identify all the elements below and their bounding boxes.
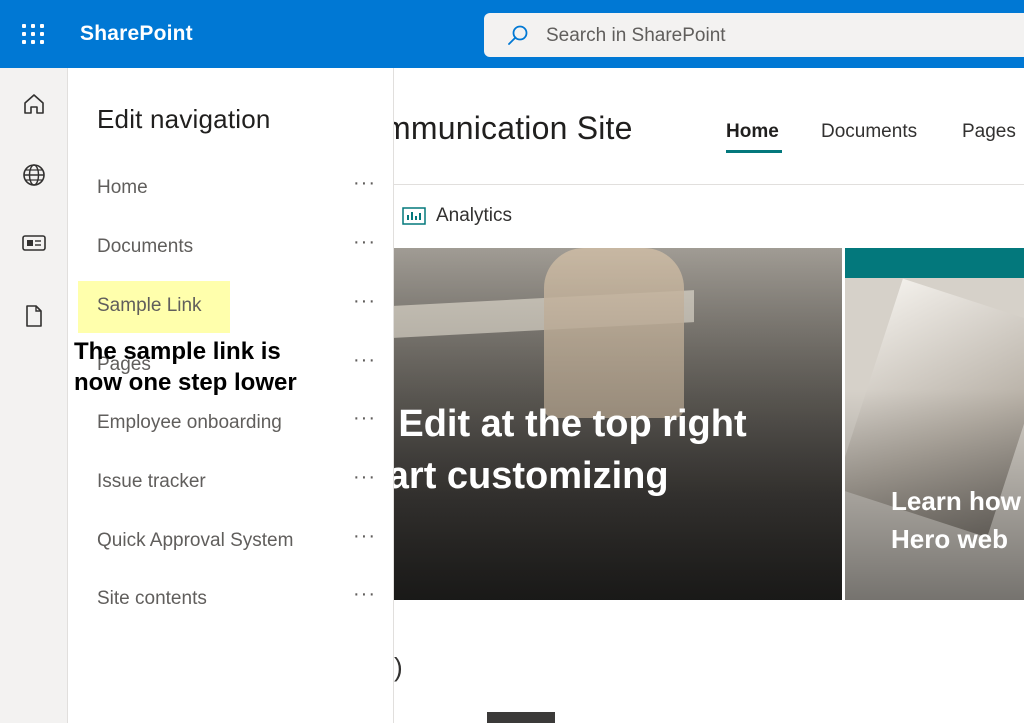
nav-item-documents[interactable]: Documents <box>97 236 193 258</box>
thumbnail-image <box>487 712 555 723</box>
analytics-icon <box>402 207 426 225</box>
app-launcher-icon[interactable] <box>22 24 46 46</box>
site-page: mmunication Site Home Documents Pages An… <box>394 68 1024 723</box>
section-heading-fragment: ) <box>394 652 403 682</box>
hero-side-caption: Learn how Hero web <box>891 486 1022 554</box>
hero-main-caption: ct Edit at the top right start customizi… <box>394 403 747 497</box>
nav-item-home[interactable]: Home <box>97 177 148 199</box>
search-placeholder: Search in SharePoint <box>546 25 726 46</box>
app-name[interactable]: SharePoint <box>80 22 193 46</box>
analytics-button[interactable]: Analytics <box>402 205 512 227</box>
search-icon <box>508 25 528 45</box>
globe-icon[interactable] <box>20 161 48 189</box>
header-divider <box>394 184 1024 185</box>
nav-item-employee-onboarding[interactable]: Employee onboarding <box>97 412 282 434</box>
hero-tile-main[interactable]: ct Edit at the top right start customizi… <box>394 248 842 600</box>
hub-nav-pages[interactable]: Pages <box>962 121 1016 143</box>
more-options-icon[interactable]: ··· <box>353 525 376 548</box>
search-box[interactable]: Search in SharePoint <box>484 13 1024 57</box>
nav-item-issue-tracker[interactable]: Issue tracker <box>97 471 206 493</box>
site-title[interactable]: mmunication Site <box>394 110 633 147</box>
callout-annotation: The sample link is now one step lower <box>74 338 297 396</box>
home-icon[interactable] <box>20 90 48 118</box>
active-tab-indicator <box>726 150 782 153</box>
edit-navigation-panel: Edit navigation Home ··· Documents ··· S… <box>68 68 394 723</box>
more-options-icon[interactable]: ··· <box>353 466 376 489</box>
hub-nav-documents[interactable]: Documents <box>821 121 917 143</box>
more-options-icon[interactable]: ··· <box>353 290 376 313</box>
suite-header: SharePoint Search in SharePoint <box>0 0 1024 68</box>
hub-nav-home[interactable]: Home <box>726 121 779 143</box>
hero-tile-side[interactable]: Learn how Hero web <box>845 248 1024 600</box>
more-options-icon[interactable]: ··· <box>353 583 376 606</box>
panel-title: Edit navigation <box>97 104 271 134</box>
more-options-icon[interactable]: ··· <box>353 172 376 195</box>
nav-item-quick-approval-system[interactable]: Quick Approval System <box>97 530 293 552</box>
app-bar <box>0 68 68 723</box>
document-icon[interactable] <box>20 302 48 330</box>
analytics-label: Analytics <box>436 205 513 226</box>
more-options-icon[interactable]: ··· <box>353 349 376 372</box>
news-icon[interactable] <box>20 229 48 257</box>
more-options-icon[interactable]: ··· <box>353 407 376 430</box>
more-options-icon[interactable]: ··· <box>353 231 376 254</box>
nav-item-site-contents[interactable]: Site contents <box>97 588 207 610</box>
nav-item-sample-link[interactable]: Sample Link <box>97 295 202 317</box>
